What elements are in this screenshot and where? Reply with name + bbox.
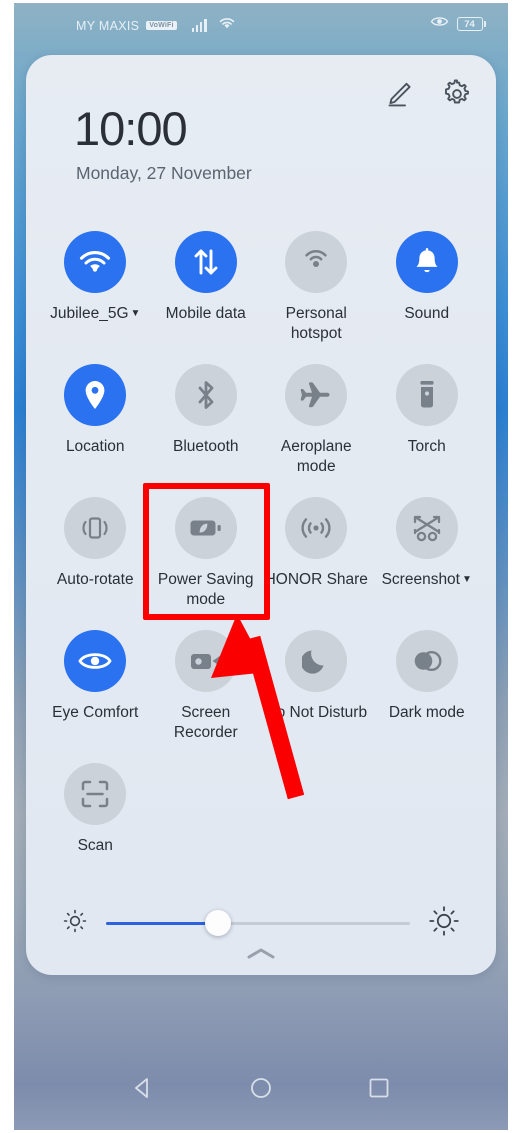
quick-tile-bluetooth[interactable]: Bluetooth [151, 356, 262, 489]
quick-settings-panel: 10:00 Monday, 27 November Jubilee_5G ▼ Mo… [26, 55, 496, 975]
brightness-low-icon [62, 908, 88, 939]
clock-date: Monday, 27 November [76, 163, 252, 183]
quick-tile-label: Bluetooth [173, 438, 239, 455]
quick-tile-dark-mode[interactable]: Dark mode [372, 622, 483, 755]
home-circle-icon[interactable] [248, 1075, 274, 1101]
quick-tile-label: Eye Comfort [52, 704, 139, 721]
wifi-icon[interactable] [64, 231, 127, 293]
back-triangle-icon[interactable] [130, 1075, 156, 1101]
chevron-up-icon[interactable] [239, 946, 283, 967]
airplane-icon[interactable] [285, 364, 348, 426]
quick-tile-label: Aeroplane mode [280, 438, 352, 475]
quick-tile-personal-hotspot[interactable]: Personal hotspot [261, 223, 372, 356]
collapse-handle[interactable] [26, 946, 496, 967]
quick-tile-label-text: Screenshot [381, 571, 460, 588]
quick-tile-power-saving-mode[interactable]: Power Saving mode [151, 489, 262, 622]
battery-tip [484, 21, 486, 27]
location-pin-icon[interactable] [64, 364, 127, 426]
quick-tile-label: Jubilee_5G ▼ [50, 304, 140, 326]
panel-header-icons [384, 79, 472, 109]
quick-tile-location[interactable]: Location [40, 356, 151, 489]
vowifi-badge: VoWiFi [146, 20, 177, 31]
eye-icon[interactable] [64, 630, 127, 692]
eye-comfort-indicator-icon [430, 15, 449, 33]
brightness-row [26, 893, 496, 953]
quick-tile-label: Scan [77, 837, 113, 854]
carrier-name: MY MAXIS [76, 18, 140, 33]
cellular-signal-icon [191, 19, 207, 32]
chevron-down-icon[interactable]: ▼ [462, 574, 472, 585]
screenshot-icon[interactable] [395, 497, 458, 559]
pencil-edit-icon[interactable] [384, 79, 414, 109]
hotspot-icon[interactable] [285, 231, 348, 293]
quick-tile-label: Mobile data [165, 305, 246, 322]
quick-tile-screen-recorder[interactable]: Screen Recorder [151, 622, 262, 755]
status-bar: MY MAXIS VoWiFi 74 [14, 3, 508, 47]
wifi-icon [218, 16, 236, 35]
bell-sound-icon[interactable] [395, 231, 458, 293]
mobile-data-icon[interactable] [174, 231, 237, 293]
quick-tile-label: Sound [404, 305, 450, 322]
quick-tile-jubilee-5g[interactable]: Jubilee_5G ▼ [40, 223, 151, 356]
dark-mode-icon[interactable] [395, 630, 458, 692]
quick-tile-label: Screen Recorder [173, 704, 238, 741]
scan-frame-icon[interactable] [64, 763, 127, 825]
quick-tile-label: Do Not Disturb [265, 704, 368, 721]
status-bar-left: MY MAXIS VoWiFi [76, 16, 236, 35]
quick-tile-label: Location [65, 438, 125, 455]
brightness-high-icon [428, 905, 460, 942]
flashlight-icon[interactable] [395, 364, 458, 426]
chevron-down-icon[interactable]: ▼ [131, 308, 141, 319]
quick-tile-label: Dark mode [388, 704, 465, 721]
quick-tile-torch[interactable]: Torch [372, 356, 483, 489]
system-navigation-bar [14, 1063, 508, 1113]
quick-tile-label: Power Saving mode [157, 571, 254, 608]
quick-tile-screenshot[interactable]: Screenshot ▼ [372, 489, 483, 622]
quick-tile-do-not-disturb[interactable]: Do Not Disturb [261, 622, 372, 755]
quick-tile-label: Torch [407, 438, 446, 455]
battery-percent: 74 [456, 17, 483, 31]
honor-share-icon[interactable] [285, 497, 348, 559]
phone-screen: MY MAXIS VoWiFi 74 10:00 Monday, 27 Nove… [14, 3, 508, 1130]
auto-rotate-icon[interactable] [64, 497, 127, 559]
battery-leaf-icon[interactable] [174, 497, 237, 559]
quick-tile-label: Personal hotspot [285, 305, 347, 342]
clock-time: 10:00 [74, 102, 188, 155]
quick-tile-scan[interactable]: Scan [40, 755, 151, 888]
quick-tile-auto-rotate[interactable]: Auto-rotate [40, 489, 151, 622]
quick-settings-grid: Jubilee_5G ▼ Mobile data Personal hotspot… [40, 223, 482, 888]
quick-tile-mobile-data[interactable]: Mobile data [151, 223, 262, 356]
slider-fill [106, 921, 219, 925]
gear-settings-icon[interactable] [442, 79, 472, 109]
recents-square-icon[interactable] [366, 1075, 392, 1101]
bluetooth-icon[interactable] [174, 364, 237, 426]
quick-tile-label: HONOR Share [264, 571, 368, 588]
quick-tile-sound[interactable]: Sound [372, 223, 483, 356]
slider-knob[interactable] [205, 910, 232, 936]
quick-tile-label: Auto-rotate [56, 571, 134, 588]
quick-tile-label-text: Jubilee_5G [50, 305, 129, 322]
quick-tile-label: Screenshot ▼ [382, 570, 472, 592]
brightness-slider[interactable] [106, 908, 410, 938]
moon-icon[interactable] [285, 630, 348, 692]
status-bar-right: 74 [430, 15, 486, 33]
battery-indicator: 74 [456, 17, 486, 31]
video-camera-icon[interactable] [174, 630, 237, 692]
quick-tile-aeroplane-mode[interactable]: Aeroplane mode [261, 356, 372, 489]
quick-tile-honor-share[interactable]: HONOR Share [261, 489, 372, 622]
quick-tile-eye-comfort[interactable]: Eye Comfort [40, 622, 151, 755]
